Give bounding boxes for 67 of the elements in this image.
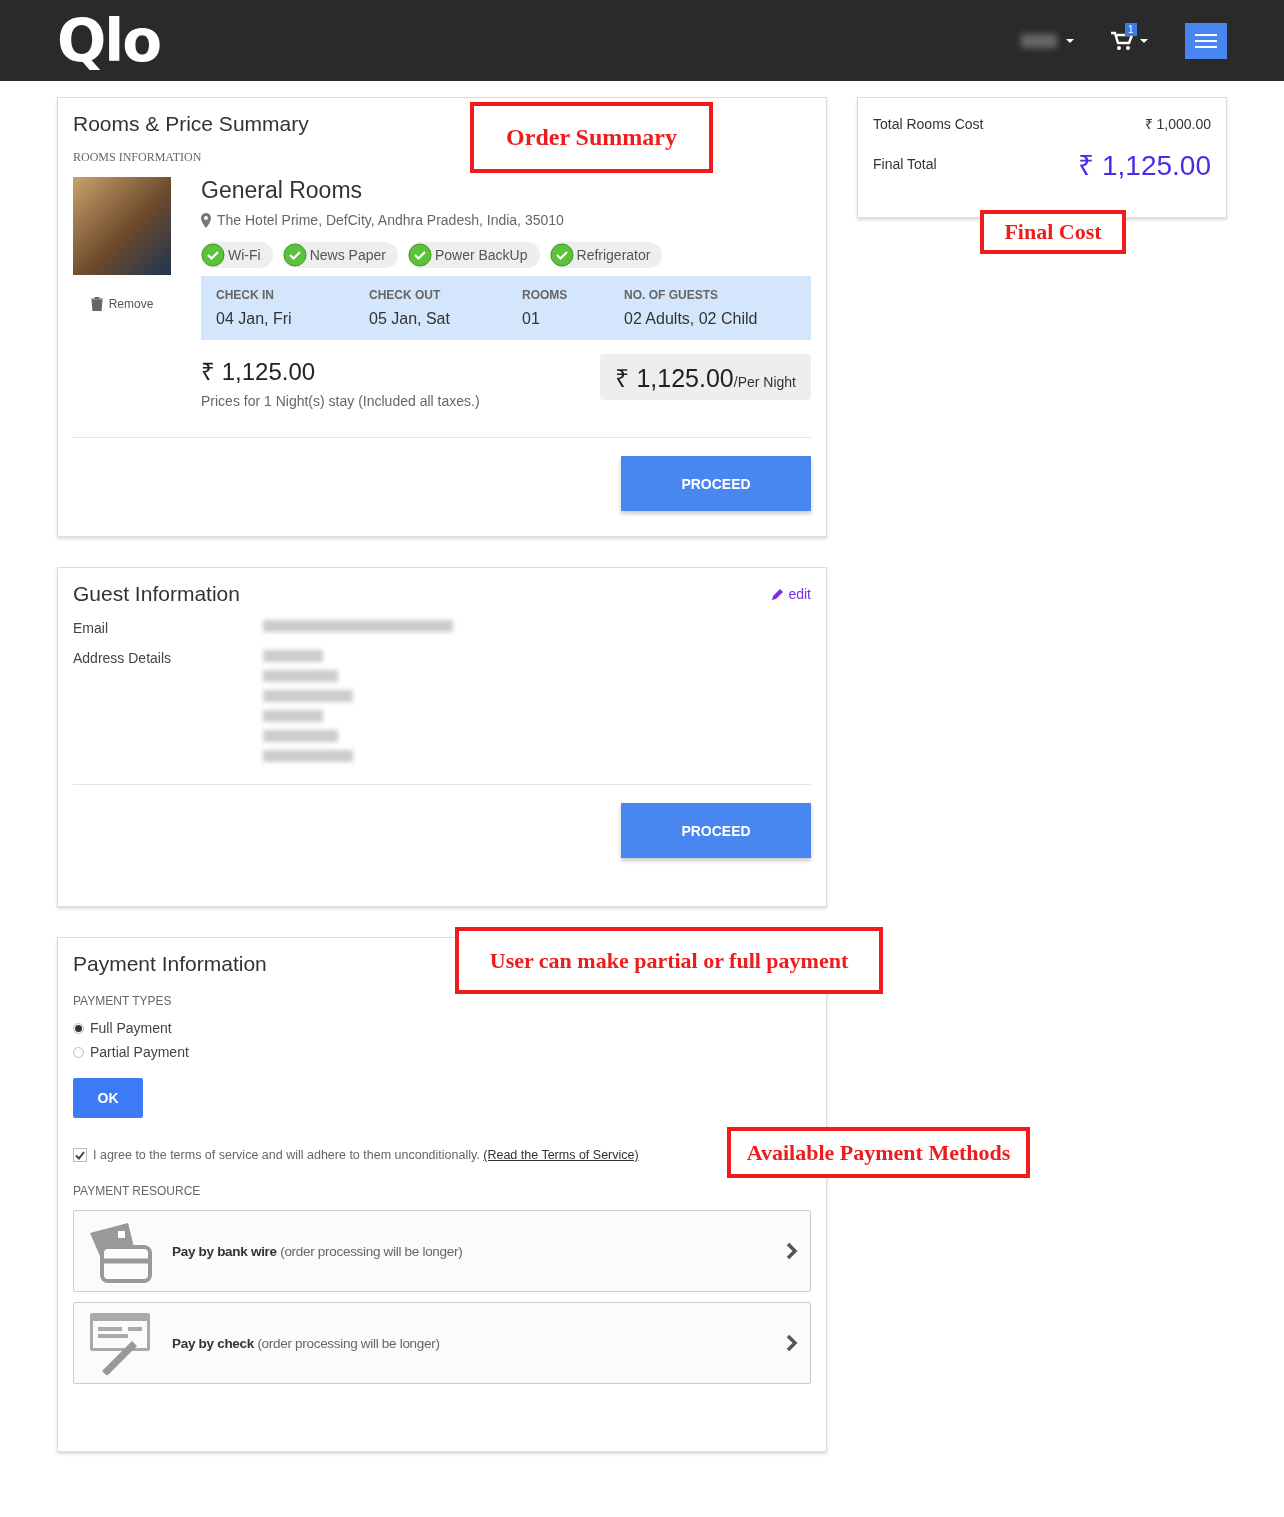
redacted-value <box>263 710 323 722</box>
card-title: Rooms & Price Summary <box>73 112 309 136</box>
map-pin-icon <box>201 212 211 228</box>
detail-label: CHECK IN <box>216 288 275 302</box>
amenity-chip: Refrigerator <box>549 242 663 268</box>
terms-link[interactable]: (Read the Terms of Service) <box>483 1148 639 1162</box>
amenity-chip: Power BackUp <box>407 242 540 268</box>
total-label: Final Total <box>873 156 937 172</box>
edit-link[interactable]: edit <box>772 586 811 602</box>
per-night-price: ₹ 1,125.00 <box>615 363 734 394</box>
amenity-chip: Wi-Fi <box>201 242 273 268</box>
detail-label: ROOMS <box>522 288 569 302</box>
payment-method-option[interactable]: Pay by bank wire (order processing will be longer) <box>73 1210 811 1292</box>
price-note: Prices for 1 Night(s) stay (Included all taxes.) <box>201 393 480 409</box>
detail-value: 04 Jan, Fri <box>216 310 293 328</box>
payment-type-option[interactable]: Partial Payment <box>73 1044 811 1060</box>
pencil-icon <box>772 588 785 600</box>
annotation-callout: User can make partial or full payment <box>455 927 883 994</box>
remove-link[interactable]: Remove <box>90 297 154 311</box>
hotel-address: The Hotel Prime, DefCity, Andhra Pradesh, India, 35010 <box>217 212 564 228</box>
room-price: ₹ 1,125.00 <box>201 357 317 387</box>
check-and-pen-icon <box>88 1311 152 1375</box>
terms-sentence: I agree to the terms of service and will adhere to them unconditionally. (Read the Terms of Service) <box>93 1148 639 1162</box>
proceed-button[interactable]: PROCEED <box>621 456 811 511</box>
section-label: ROOMS INFORMATION <box>73 150 203 165</box>
redacted-username <box>1021 33 1057 48</box>
detail-value: 05 Jan, Sat <box>369 310 451 328</box>
detail-value: 01 <box>522 310 541 328</box>
checkbox[interactable] <box>73 1148 87 1162</box>
annotation-callout: Order Summary <box>470 102 713 173</box>
logo[interactable]: Qlo <box>57 11 161 70</box>
check-circle-icon <box>407 243 432 267</box>
ok-button[interactable]: OK <box>73 1078 143 1118</box>
caret-icon[interactable] <box>1139 37 1149 44</box>
payment-method-label: Pay by check (order processing will be longer) <box>172 1335 441 1351</box>
chevron-right-icon <box>786 1334 798 1352</box>
card-title: Payment Information <box>73 952 267 976</box>
amenity-chip: News Paper <box>282 242 398 268</box>
total-value: ₹ 1,125.00 <box>1078 149 1211 183</box>
total-label: Total Rooms Cost <box>873 115 984 132</box>
chevron-right-icon <box>786 1242 798 1260</box>
redacted-value <box>263 650 323 662</box>
payment-type-option[interactable]: Full Payment <box>73 1020 811 1036</box>
card-title: Guest Information <box>73 582 240 606</box>
annotation-callout: Available Payment Methods <box>727 1127 1030 1178</box>
check-circle-icon <box>282 243 307 267</box>
field-label: Address Details <box>73 650 173 668</box>
detail-label: NO. OF GUESTS <box>624 288 719 302</box>
section-label: PAYMENT TYPES <box>73 994 173 1008</box>
room-name: General Rooms <box>201 177 364 204</box>
payment-method-option[interactable]: Pay by check (order processing will be longer) <box>73 1302 811 1384</box>
menu-icon <box>1195 32 1217 49</box>
proceed-button[interactable]: PROCEED <box>621 803 811 858</box>
annotation-callout: Final Cost <box>980 210 1126 254</box>
field-label: Email <box>73 620 109 636</box>
check-circle-icon <box>549 243 574 267</box>
check-circle-icon <box>201 243 225 267</box>
payment-method-label: Pay by bank wire (order processing will be longer) <box>172 1243 464 1259</box>
cart-count-badge: 1 <box>1125 22 1137 36</box>
section-label: PAYMENT RESOURCE <box>73 1184 202 1198</box>
menu-button[interactable] <box>1185 22 1227 59</box>
detail-value: 02 Adults, 02 Child <box>624 310 759 328</box>
per-night-unit: /Per Night <box>733 374 796 390</box>
total-value: ₹ 1,000.00 <box>1144 115 1211 133</box>
trash-icon <box>90 297 103 311</box>
caret-icon[interactable] <box>1065 37 1075 44</box>
detail-label: CHECK OUT <box>369 288 442 302</box>
